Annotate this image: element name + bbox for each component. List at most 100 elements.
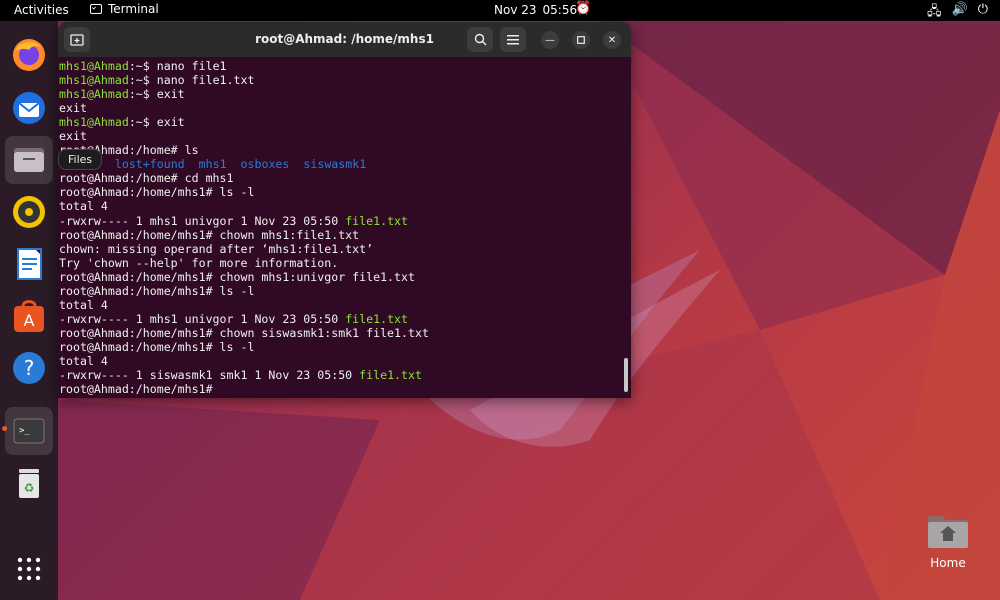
svg-text:?: ? — [24, 356, 35, 380]
directory-entry: mhs1 — [198, 157, 227, 172]
dock-app-center[interactable]: A — [5, 292, 53, 340]
help-icon: ? — [13, 352, 45, 384]
app-menu[interactable]: Terminal — [90, 2, 159, 16]
volume-icon: 🔊 — [951, 2, 968, 17]
svg-text:>_: >_ — [19, 426, 30, 436]
terminal-text: root@Ahmad:/home# cd mhs1 — [59, 171, 234, 186]
firefox-icon — [13, 39, 45, 71]
terminal-line: -rwxrw---- 1 mhs1 univgor 1 Nov 23 05:50… — [59, 214, 631, 228]
terminal-window[interactable]: root@Ahmad: /home/mhs1 — ✕ mhs1@Ahmad:~$… — [58, 22, 631, 398]
close-button[interactable]: ✕ — [603, 31, 621, 49]
clock-date: Nov 23 — [494, 3, 537, 17]
terminal-text: root@Ahmad:/home/mhs1# chown mhs1:file1.… — [59, 227, 360, 242]
terminal-text: exit — [59, 101, 87, 116]
power-icon: ⏻ — [977, 2, 988, 17]
svg-text:♻: ♻ — [24, 481, 35, 495]
prompt-command: :~$ nano file1.txt — [128, 73, 255, 88]
svg-text:A: A — [24, 311, 35, 330]
terminal-text: -rwxrw---- 1 mhs1 univgor 1 Nov 23 05:50 — [59, 213, 346, 228]
prompt-command: :~$ nano file1 — [128, 59, 227, 73]
terminal-line: root@Ahmad:/home/mhs1# ls -l — [59, 185, 631, 199]
alarm-icon: ⏰ — [575, 1, 592, 16]
terminal-line: mhs1@Ahmad:~$ nano file1 — [59, 59, 631, 73]
dock-terminal[interactable]: >_ — [5, 407, 53, 455]
show-applications-button[interactable] — [5, 545, 53, 593]
terminal-text: root@Ahmad:/home/mhs1# chown mhs1:univgo… — [59, 269, 415, 284]
terminal-text: -rwxrw---- 1 siswasmk1 smk1 1 Nov 23 05:… — [59, 368, 360, 383]
terminal-line: root@Ahmad:/home# cd mhs1 — [59, 171, 631, 185]
terminal-line: root@Ahmad:/home/mhs1# — [59, 382, 631, 396]
dock-tooltip: Files — [58, 149, 103, 170]
clock-time: 05:56 — [542, 3, 578, 17]
file-name: file1.txt — [345, 213, 409, 228]
system-tray[interactable]: 🖧 🔊 ⏻ — [927, 2, 988, 24]
activities-button[interactable]: Activities — [14, 3, 69, 17]
terminal-line: chown: missing operand after ‘mhs1:file1… — [59, 242, 631, 256]
terminal-line: mhs1@Ahmad:~$ exit — [59, 115, 631, 129]
terminal-app-icon: >_ — [13, 418, 45, 444]
terminal-output[interactable]: mhs1@Ahmad:~$ nano file1 mhs1@Ahmad:~$ na… — [58, 59, 631, 398]
prompt-user: mhs1@Ahmad — [59, 59, 129, 73]
grid-icon — [17, 557, 41, 581]
terminal-line: root@Ahmad:/home/mhs1# chown mhs1:univgo… — [59, 270, 631, 284]
menu-button[interactable] — [500, 27, 526, 52]
prompt-command: :~$ exit — [128, 87, 185, 102]
home-folder-icon — [926, 510, 970, 550]
terminal-text: total 4 — [59, 199, 108, 214]
terminal-text: root@Ahmad:/home/mhs1# ls -l — [59, 185, 255, 200]
search-button[interactable] — [467, 27, 493, 52]
clock[interactable]: Nov 23 05:56 — [494, 3, 577, 17]
terminal-text: total 4 — [59, 353, 108, 368]
terminal-line: root@Ahmad:/home/mhs1# ls -l — [59, 284, 631, 298]
dock-thunderbird[interactable] — [5, 84, 53, 132]
terminal-text: root@Ahmad:/home/mhs1# ls -l — [59, 283, 255, 298]
prompt-user: mhs1@Ahmad — [59, 87, 129, 102]
terminal-text: Try 'chown --help' for more information. — [59, 255, 339, 270]
rhythmbox-icon — [13, 196, 45, 228]
terminal-line: -rwxrw---- 1 siswasmk1 smk1 1 Nov 23 05:… — [59, 368, 631, 382]
prompt-user: mhs1@Ahmad — [59, 115, 129, 130]
dock-files[interactable] — [5, 136, 53, 184]
terminal-line: exit — [59, 101, 631, 115]
terminal-line: mhs1@Ahmad:~$ exit — [59, 87, 631, 101]
dock-firefox[interactable] — [5, 31, 53, 79]
dock-writer[interactable] — [5, 240, 53, 288]
terminal-line: exit — [59, 129, 631, 143]
trash-icon: ♻ — [19, 469, 39, 498]
network-icon: 🖧 — [927, 4, 942, 19]
thunderbird-icon — [13, 92, 45, 124]
terminal-text: -rwxrw---- 1 mhs1 univgor 1 Nov 23 05:50 — [59, 311, 346, 326]
terminal-line: root@Ahmad:/home/mhs1# chown siswasmk1:s… — [59, 326, 631, 340]
terminal-line: ahmadd lost+found mhs1 osboxes siswasmk1 — [59, 157, 631, 171]
desktop-home-icon[interactable]: Home — [912, 510, 984, 570]
directory-entry: siswasmk1 — [303, 157, 367, 172]
terminal-line: root@Ahmad:/home/mhs1# ls -l — [59, 340, 631, 354]
home-label: Home — [930, 556, 966, 570]
search-icon — [474, 33, 486, 46]
terminal-line: total 4 — [59, 298, 631, 312]
directory-entry: lost+found — [114, 157, 185, 172]
minimize-icon: — — [545, 34, 555, 46]
terminal-text: root@Ahmad:/home/mhs1# — [59, 382, 220, 397]
terminal-line: total 4 — [59, 354, 631, 368]
terminal-text: root@Ahmad:/home/mhs1# chown siswasmk1:s… — [59, 325, 429, 340]
close-icon: ✕ — [607, 34, 617, 46]
prompt-user: mhs1@Ahmad — [59, 73, 129, 88]
dock-help[interactable]: ? — [5, 344, 53, 392]
minimize-button[interactable]: — — [541, 31, 559, 49]
files-icon — [14, 148, 44, 172]
hamburger-icon — [507, 34, 519, 44]
terminal-scrollbar[interactable] — [624, 358, 628, 392]
terminal-line: Try 'chown --help' for more information. — [59, 256, 631, 270]
terminal-headerbar[interactable]: root@Ahmad: /home/mhs1 — ✕ — [58, 22, 631, 57]
directory-entry: osboxes — [240, 157, 290, 172]
terminal-text: exit — [59, 129, 87, 144]
maximize-button[interactable] — [572, 31, 590, 49]
terminal-line: total 4 — [59, 199, 631, 213]
file-name: file1.txt — [345, 311, 409, 326]
terminal-icon — [90, 4, 102, 14]
dock-trash[interactable]: ♻ — [5, 459, 53, 507]
dock-rhythmbox[interactable] — [5, 188, 53, 236]
file-name: file1.txt — [359, 368, 422, 383]
terminal-line: root@Ahmad:/home/mhs1# chown mhs1:file1.… — [59, 228, 631, 242]
